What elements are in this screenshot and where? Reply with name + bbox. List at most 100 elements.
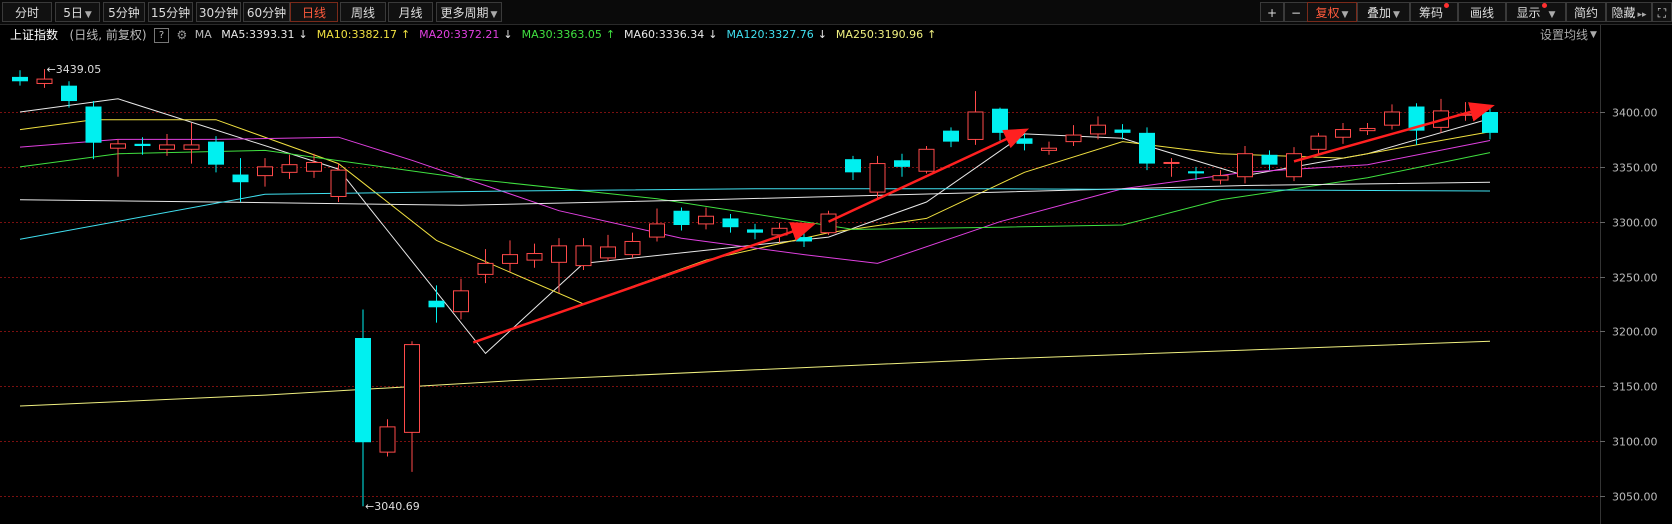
period-toolbar: 分时 5日 ▼ 5分钟 15分钟 30分钟 60分钟 日线 周线 月线 更多周期 ▼ + − 复权 ▼ 叠加 ▼… [0,0,1672,25]
candle-body [1335,129,1351,138]
gear-icon[interactable]: ⚙ [177,25,188,45]
y-tick-label: 3400.00 [1612,107,1658,120]
tab-8[interactable]: 月线 [388,2,433,22]
candle-body [183,144,200,150]
y-tick-label: 3050.00 [1612,491,1658,504]
candle-body [61,85,77,102]
candle-body [208,141,224,165]
tab-5[interactable]: 60分钟 [243,2,290,22]
candle-body [526,253,543,261]
indicator-bar: 上证指数 (日线, 前复权) ? ⚙ MA MA5:3393.31 ↓ MA10:… [0,25,1600,45]
candle-body [502,254,518,264]
candle-body [796,237,812,242]
candle-body [747,229,763,233]
candle-body [1286,153,1302,178]
trend-arrow [472,222,817,344]
fuquan-button[interactable]: 复权 ▼ [1307,2,1357,22]
candle-body [1482,112,1498,133]
y-tick-label: 3250.00 [1612,272,1658,285]
ma-value-1: MA10:3382.17 ↑ [316,28,411,41]
ma-value-4: MA60:3336.34 ↓ [624,28,718,41]
candle-body [159,144,175,150]
candle-body [36,78,53,84]
candle-body [967,111,984,140]
candle-body [1139,132,1155,164]
trend-arrow [827,128,1030,223]
chevron-down-icon: ▼ [490,10,498,20]
kline-chart[interactable]: 3400.00 3350.00 3300.00 3250.00 3200.00 3150.… [0,45,1672,524]
tab-4[interactable]: 30分钟 [196,2,241,22]
draw-line-button[interactable]: 画线 [1458,2,1506,22]
candle-body [943,130,959,142]
help-icon[interactable]: ? [154,28,170,43]
candle-body [575,245,592,267]
candle-body [12,76,28,82]
candle-body [1114,129,1131,133]
ma-label: MA [194,28,212,41]
candle-body [477,262,494,275]
candle-body [722,218,739,228]
candle-body [330,169,347,197]
zoom-out-button[interactable]: − [1284,2,1308,22]
candle-body [257,166,273,177]
candle-body [281,164,298,173]
y-tick-label: 3200.00 [1612,326,1658,339]
ma-line-ma250 [19,340,1491,407]
zoom-in-button[interactable]: + [1260,2,1284,22]
ma-settings-button[interactable]: 设置均线 ▼ [1540,25,1597,45]
candle-body [232,174,249,183]
candle-body [1212,175,1229,181]
tab-3[interactable]: 15分钟 [148,2,193,22]
candle-body [1065,134,1082,143]
candle-body [85,106,102,143]
tab-9[interactable]: 更多周期 ▼ [436,2,502,22]
candle-body [1261,154,1278,165]
candle-body [134,143,151,147]
chevron-down-icon: ▼ [1548,10,1556,20]
tab-6[interactable]: 日线 [290,2,338,22]
candle-body [404,344,420,433]
tab-0[interactable]: 分时 [2,2,52,22]
candle-body [1310,135,1327,150]
y-tick-label: 3150.00 [1612,381,1658,394]
tab-2[interactable]: 5分钟 [103,2,145,22]
candle-body [894,160,910,167]
display-button[interactable]: 显示 ▼ [1506,2,1566,22]
candle-body [600,246,616,259]
overlay-button[interactable]: 叠加 ▼ [1357,2,1410,22]
candle-body [649,223,665,238]
chips-button[interactable]: 筹码 [1410,2,1458,22]
notification-dot [1541,3,1547,8]
candle-body [820,213,837,234]
ma-line-ma10 [19,119,1491,305]
chart-mode: (日线, 前复权) [69,28,147,42]
candle-body [918,148,935,172]
candle-body [992,108,1008,133]
candle-body [306,161,322,172]
candle-body [624,240,641,256]
ma-value-2: MA20:3372.21 ↓ [419,28,513,41]
chevron-down-icon: ▼ [84,10,92,20]
y-tick-label: 3350.00 [1612,162,1658,175]
ma-value-0: MA5:3393.31 ↓ [221,28,308,41]
candle-body [379,426,396,453]
hide-button[interactable]: 隐藏 ▸▸ [1606,2,1652,22]
ma-value-3: MA30:3363.05 ↑ [521,28,616,41]
candle-body [110,143,126,149]
candle-body [551,245,567,263]
candle-body [1041,147,1057,151]
tab-1[interactable]: 5日 ▼ [55,2,100,22]
candle-body [845,159,861,173]
expand-icon[interactable]: ⛶ [1652,2,1672,22]
y-tick-label: 3100.00 [1612,436,1658,449]
tab-7[interactable]: 周线 [340,2,386,22]
candle-body [698,215,714,225]
candle-body [1016,138,1033,144]
candle-body [1090,124,1106,135]
index-name: 上证指数 [10,28,59,42]
simple-mode-button[interactable]: 简约 [1566,2,1606,22]
candle-body [453,290,469,313]
candle-body [869,163,886,193]
candle-body [428,300,445,308]
chevron-down-icon: ▼ [1341,10,1349,20]
